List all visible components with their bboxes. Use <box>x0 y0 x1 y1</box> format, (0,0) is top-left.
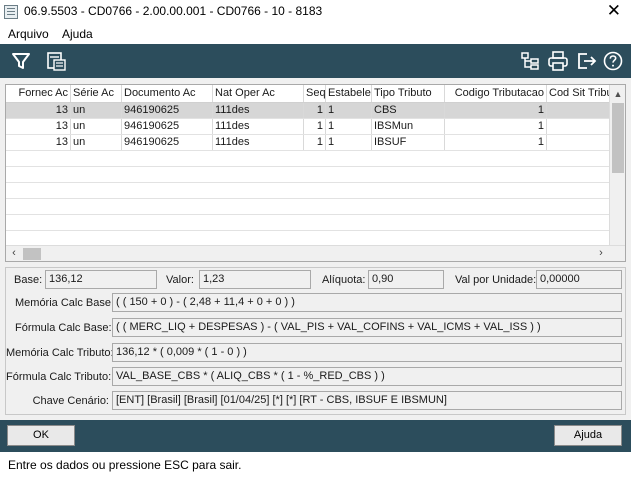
aliquota-field[interactable]: 0,90 <box>368 270 444 289</box>
button-bar: OK Ajuda <box>0 420 631 452</box>
cell-estabelec: 1 <box>326 103 372 118</box>
scroll-left-icon[interactable]: ‹ <box>6 246 22 261</box>
memoria-calc-base-field[interactable]: ( ( 150 + 0 ) - ( 2,48 + 11,4 + 0 + 0 ) … <box>112 293 622 312</box>
content-area: Fornec Ac Série Ac Documento Ac Nat Oper… <box>0 78 631 420</box>
cell-nat-oper-ac: 111des <box>213 119 304 134</box>
cell-seq: 1 <box>304 119 326 134</box>
memoria-calc-base-label: Memória Calc Base: <box>15 297 115 309</box>
cell-tipo-tributo: CBS <box>372 103 445 118</box>
column-header-estabelec[interactable]: Estabelec <box>326 85 372 102</box>
table-row[interactable]: 13 un 946190625 111des 1 1 CBS 1 <box>6 103 610 119</box>
cell-nat-oper-ac: 111des <box>213 103 304 118</box>
cell-cod-sit-tribu <box>547 119 610 134</box>
chave-cenario-field[interactable]: [ENT] [Brasil] [Brasil] [01/04/25] [*] [… <box>112 391 622 410</box>
table-row[interactable]: 13 un 946190625 111des 1 1 IBSMun 1 <box>6 119 610 135</box>
cell-seq: 1 <box>304 135 326 150</box>
formula-calc-base-label: Fórmula Calc Base: <box>15 322 112 334</box>
horizontal-scroll-thumb[interactable] <box>23 248 41 260</box>
val-unidade-field[interactable]: 0,00000 <box>536 270 622 289</box>
cell-cod-sit-tribu <box>547 135 610 150</box>
base-label: Base: <box>14 274 43 286</box>
column-header-tipo-tributo[interactable]: Tipo Tributo <box>372 85 445 102</box>
cell-tipo-tributo: IBSUF <box>372 135 445 150</box>
cell-tipo-tributo: IBSMun <box>372 119 445 134</box>
cell-nat-oper-ac: 111des <box>213 135 304 150</box>
column-header-codigo-tributacao[interactable]: Codigo Tributacao <box>445 85 547 102</box>
table-row-empty[interactable] <box>6 167 610 183</box>
cell-serie-ac: un <box>71 135 122 150</box>
table-row-empty[interactable] <box>6 183 610 199</box>
memoria-calc-tributo-field[interactable]: 136,12 * ( 0,009 * ( 1 - 0 ) ) <box>112 343 622 362</box>
print-icon[interactable] <box>547 50 569 72</box>
column-header-seq[interactable]: Seq <box>304 85 326 102</box>
status-bar: Entre os dados ou pressione ESC para sai… <box>0 452 631 478</box>
valor-field[interactable]: 1,23 <box>199 270 311 289</box>
column-header-cod-sit-tribu[interactable]: Cod Sit Tribu <box>547 85 610 102</box>
exit-icon[interactable] <box>575 50 597 72</box>
menu-ajuda[interactable]: Ajuda <box>62 27 93 41</box>
app-icon <box>4 5 18 19</box>
cell-estabelec: 1 <box>326 119 372 134</box>
tax-detail-panel: Base: 136,12 Valor: 1,23 Alíquota: 0,90 … <box>5 267 626 415</box>
cell-cod-sit-tribu <box>547 103 610 118</box>
table-row-empty[interactable] <box>6 199 610 215</box>
cell-documento-ac: 946190625 <box>122 103 213 118</box>
menu-bar: Arquivo Ajuda <box>0 24 631 44</box>
valor-label: Valor: <box>166 274 194 286</box>
cell-fornec-ac: 13 <box>6 119 71 134</box>
cell-codigo-tributacao: 1 <box>445 103 547 118</box>
cell-fornec-ac: 13 <box>6 135 71 150</box>
ok-button[interactable]: OK <box>7 425 75 446</box>
cell-codigo-tributacao: 1 <box>445 119 547 134</box>
chave-cenario-label: Chave Cenário: <box>32 395 109 407</box>
title-bar: 06.9.5503 - CD0766 - 2.00.00.001 - CD076… <box>0 0 631 24</box>
cell-seq: 1 <box>304 103 326 118</box>
close-icon[interactable]: ✕ <box>607 2 621 20</box>
table-row-empty[interactable] <box>6 151 610 167</box>
toolbar <box>0 44 631 78</box>
formula-calc-tributo-field[interactable]: VAL_BASE_CBS * ( ALIQ_CBS * ( 1 - %_RED_… <box>112 367 622 386</box>
formula-calc-base-field[interactable]: ( ( MERC_LIQ + DESPESAS ) - ( VAL_PIS + … <box>112 318 622 337</box>
horizontal-scrollbar[interactable]: ‹ › <box>6 245 625 261</box>
column-header-serie-ac[interactable]: Série Ac <box>71 85 122 102</box>
column-header-fornec-ac[interactable]: Fornec Ac <box>6 85 71 102</box>
help-button[interactable]: Ajuda <box>554 425 622 446</box>
status-text: Entre os dados ou pressione ESC para sai… <box>8 458 242 472</box>
column-header-documento-ac[interactable]: Documento Ac <box>122 85 213 102</box>
cell-codigo-tributacao: 1 <box>445 135 547 150</box>
cell-documento-ac: 946190625 <box>122 135 213 150</box>
grid-header: Fornec Ac Série Ac Documento Ac Nat Oper… <box>6 85 610 103</box>
tree-icon[interactable] <box>519 50 541 72</box>
table-row[interactable]: 13 un 946190625 111des 1 1 IBSUF 1 <box>6 135 610 151</box>
menu-arquivo[interactable]: Arquivo <box>8 27 49 41</box>
scroll-right-icon[interactable]: › <box>593 246 609 261</box>
filter-icon[interactable] <box>10 50 32 72</box>
table-row-empty[interactable] <box>6 215 610 231</box>
scroll-up-icon[interactable]: ▲ <box>610 87 625 101</box>
cell-estabelec: 1 <box>326 135 372 150</box>
cell-fornec-ac: 13 <box>6 103 71 118</box>
val-unidade-label: Val por Unidade: <box>455 274 537 286</box>
vertical-scrollbar[interactable]: ▲ <box>609 85 625 245</box>
aliquota-label: Alíquota: <box>322 274 366 286</box>
cell-serie-ac: un <box>71 119 122 134</box>
cell-serie-ac: un <box>71 103 122 118</box>
column-header-nat-oper-ac[interactable]: Nat Oper Ac <box>213 85 304 102</box>
memoria-calc-tributo-label: Memória Calc Tributo: <box>6 347 114 359</box>
calculator-icon[interactable] <box>45 50 67 72</box>
data-grid[interactable]: Fornec Ac Série Ac Documento Ac Nat Oper… <box>5 84 626 262</box>
formula-calc-tributo-label: Fórmula Calc Tributo: <box>6 371 112 383</box>
cell-documento-ac: 946190625 <box>122 119 213 134</box>
base-field[interactable]: 136,12 <box>45 270 157 289</box>
vertical-scroll-thumb[interactable] <box>612 103 624 173</box>
window-title: 06.9.5503 - CD0766 - 2.00.00.001 - CD076… <box>24 4 323 18</box>
help-icon[interactable] <box>602 50 624 72</box>
